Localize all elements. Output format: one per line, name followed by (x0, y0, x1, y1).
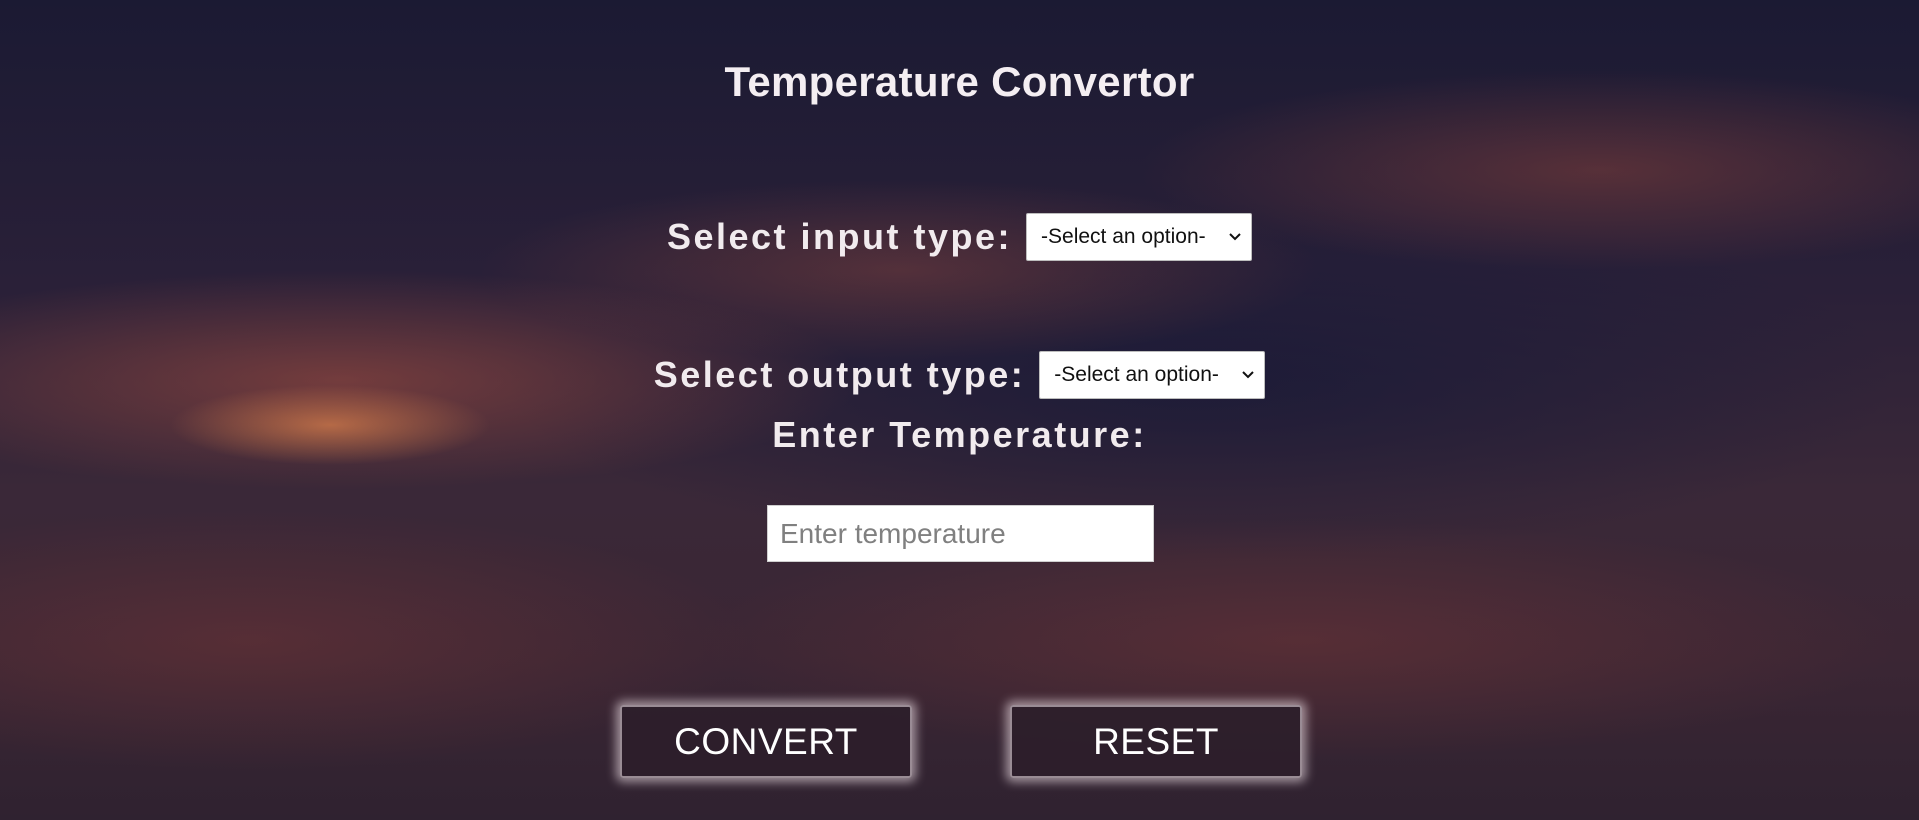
input-type-label: Select input type: (666, 216, 1013, 257)
reset-button[interactable]: RESET (1010, 705, 1302, 778)
input-type-selected-value: -Select an option- (1041, 225, 1206, 248)
chevron-down-icon (1227, 229, 1243, 245)
input-type-row: Select input type: -Select an option- (0, 212, 1919, 262)
convert-button[interactable]: CONVERT (620, 705, 912, 778)
page-title: Temperature Convertor (724, 58, 1195, 105)
output-type-label: Select output type: (653, 354, 1026, 395)
output-type-select[interactable]: -Select an option- (1039, 351, 1266, 399)
output-type-row: Select output type: -Select an option- (0, 350, 1919, 400)
temperature-input[interactable] (767, 505, 1154, 562)
output-type-selected-value: -Select an option- (1054, 363, 1219, 386)
temperature-label: Enter Temperature: (772, 414, 1147, 455)
chevron-down-icon (1240, 367, 1256, 383)
input-type-select[interactable]: -Select an option- (1026, 213, 1253, 261)
